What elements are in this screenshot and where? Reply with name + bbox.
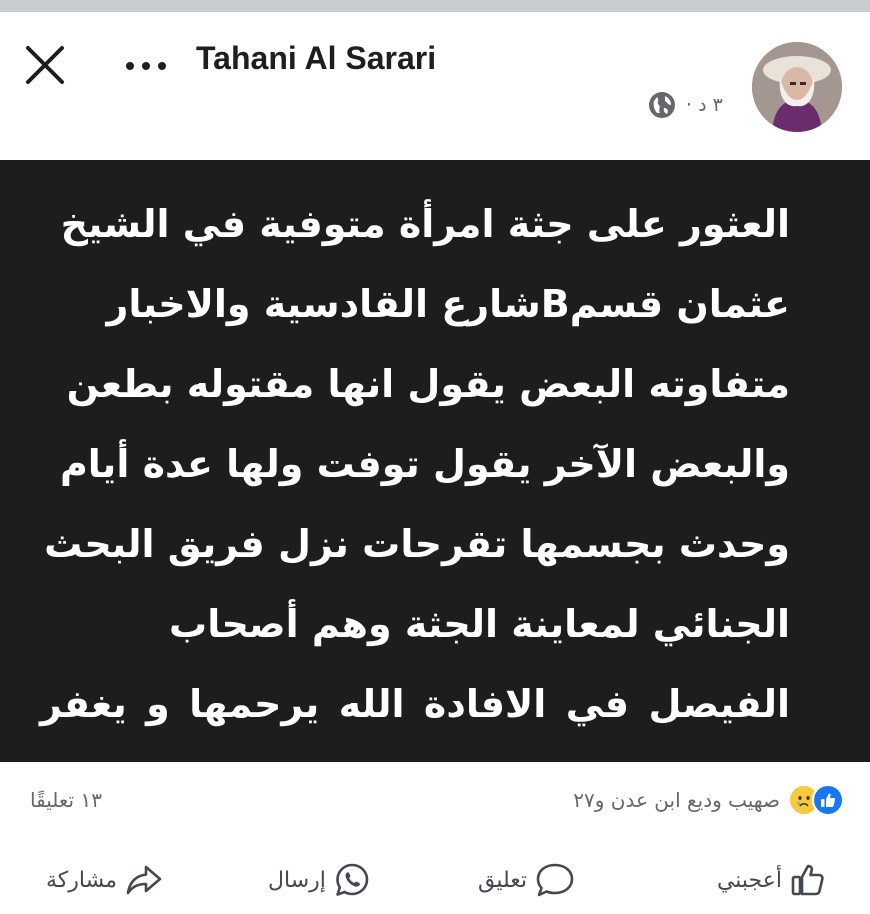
close-icon (26, 46, 64, 84)
close-button[interactable] (22, 42, 68, 88)
post-header: Tahani Al Sarari ٣ د · (0, 12, 870, 160)
post-image[interactable]: العثور على جثة امرأة متوفية في الشيخ عثم… (0, 160, 870, 806)
avatar-image (752, 42, 842, 132)
comment-count[interactable]: ١٣ تعليقًا (30, 788, 102, 812)
reactions-summary[interactable]: صهيب وديع ابن عدن و٢٧ (573, 784, 844, 816)
share-arrow-icon (126, 865, 162, 895)
like-reaction-icon (812, 784, 844, 816)
whatsapp-icon (336, 863, 369, 896)
reaction-names: صهيب وديع ابن عدن و٢٧ (573, 788, 780, 812)
comment-bubble-icon (536, 863, 574, 897)
reaction-icons (788, 784, 844, 816)
post-timestamp[interactable]: ٣ د · (686, 94, 723, 116)
author-avatar[interactable] (752, 42, 842, 132)
share-label: مشاركة (46, 867, 118, 893)
send-label: إرسال (268, 867, 326, 893)
like-button[interactable]: أعجبني (717, 860, 826, 900)
thumbs-up-icon (791, 864, 824, 896)
send-button[interactable]: إرسال (268, 860, 370, 900)
like-label: أعجبني (716, 867, 782, 893)
post-actions: أعجبني تعليق إرسال مشاركة (0, 850, 870, 914)
globe-icon (649, 92, 675, 118)
comment-label: تعليق (478, 867, 528, 893)
post-stats: صهيب وديع ابن عدن و٢٧ ١٣ تعليقًا (0, 778, 870, 822)
post-meta: ٣ د · (648, 90, 723, 120)
status-strip (0, 0, 870, 12)
share-button[interactable]: مشاركة (46, 860, 163, 900)
more-options-button[interactable] (124, 56, 168, 76)
more-icon (126, 62, 166, 70)
author-name[interactable]: Tahani Al Sarari (196, 40, 436, 77)
post-text: العثور على جثة امرأة متوفية في الشيخ عثم… (40, 202, 790, 806)
comment-button[interactable]: تعليق (478, 860, 575, 900)
